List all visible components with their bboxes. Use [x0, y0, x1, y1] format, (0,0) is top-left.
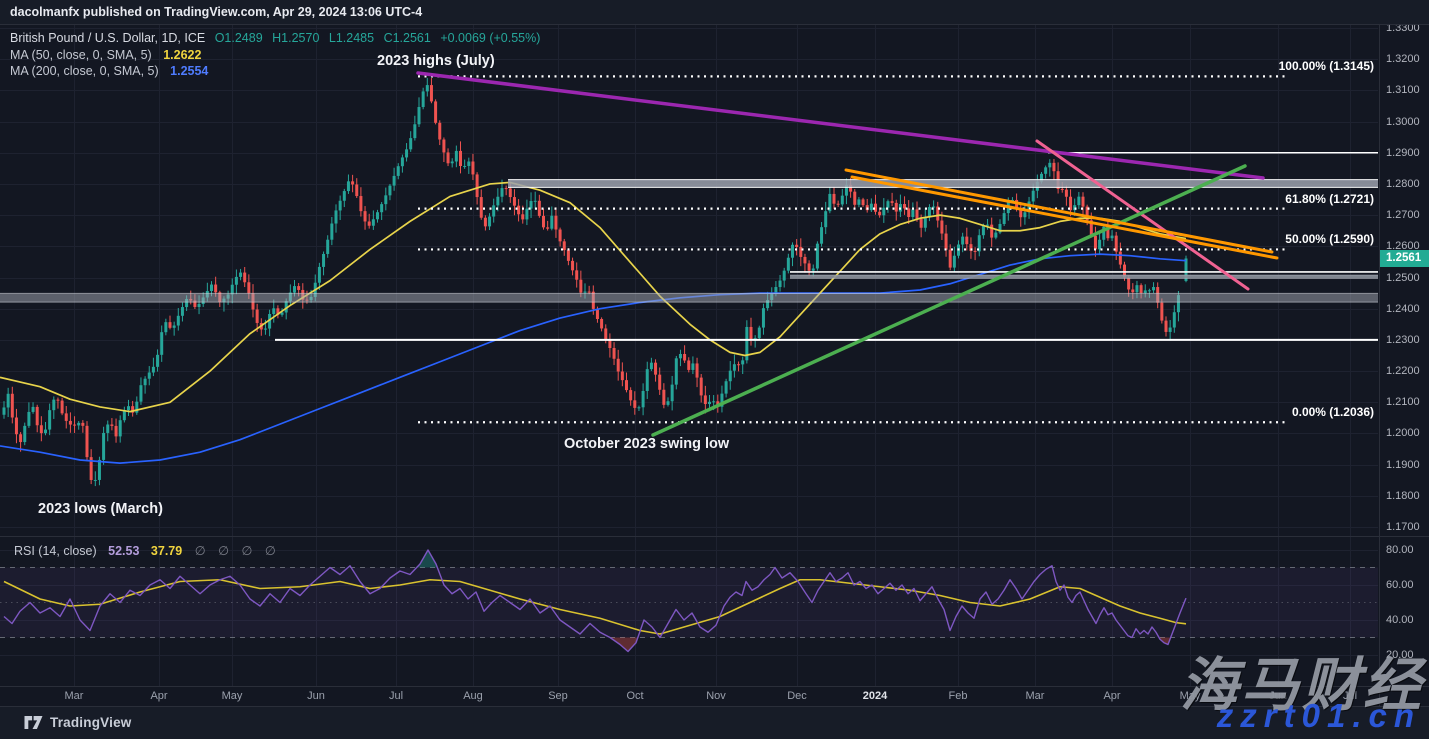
price-axis-label: 1.2100 — [1386, 396, 1420, 408]
price-axis-label: 1.3100 — [1386, 84, 1420, 96]
ohlc-open: O1.2489 — [215, 31, 263, 45]
publish-header-bar: dacolmanfx published on TradingView.com,… — [0, 0, 1429, 25]
price-axis-label: 1.2500 — [1386, 272, 1420, 284]
time-axis-label: Apr — [150, 690, 167, 702]
time-axis-label: Aug — [463, 690, 483, 702]
price-axis-label: 1.2000 — [1386, 427, 1420, 439]
rsi-empty-slot: ∅ — [265, 544, 276, 558]
price-axis-label: 1.1700 — [1386, 521, 1420, 533]
rsi-empty-slot: ∅ — [241, 544, 252, 558]
rsi-value: 52.53 — [108, 544, 139, 558]
price-axis-label: 1.2300 — [1386, 334, 1420, 346]
chart-annotation[interactable]: 2023 lows (March) — [38, 501, 163, 517]
time-axis-label: Mar — [1026, 690, 1045, 702]
time-axis-label: Dec — [787, 690, 807, 702]
ma200-label: MA (200, close, 0, SMA, 5) — [10, 64, 159, 78]
price-axis-label: 1.3200 — [1386, 53, 1420, 65]
price-chart-canvas[interactable] — [0, 0, 1429, 739]
ohlc-low: L1.2485 — [329, 31, 374, 45]
time-axis-label: Jun — [307, 690, 325, 702]
ma50-label: MA (50, close, 0, SMA, 5) — [10, 48, 152, 62]
time-axis-label: Nov — [706, 690, 726, 702]
tradingview-logo-icon — [24, 715, 43, 730]
ohlc-close: C1.2561 — [384, 31, 431, 45]
pane-separator[interactable] — [0, 536, 1429, 537]
tradingview-brand-link[interactable]: TradingView — [24, 715, 131, 730]
fib-level-label[interactable]: 100.00% (1.3145) — [1279, 59, 1374, 73]
time-axis-label: May — [1180, 690, 1201, 702]
time-axis-label: Jul — [389, 690, 403, 702]
price-axis-border — [1379, 25, 1380, 706]
time-axis-label: Jun — [1269, 690, 1287, 702]
symbol-title: British Pound / U.S. Dollar, 1D, ICE — [10, 31, 205, 45]
price-axis-label: 1.2700 — [1386, 209, 1420, 221]
ma200-value: 1.2554 — [170, 64, 208, 78]
time-axis-label: Sep — [548, 690, 568, 702]
time-axis-label: Apr — [1103, 690, 1120, 702]
price-axis-label: 1.2900 — [1386, 147, 1420, 159]
ohlc-change: +0.0069 (+0.55%) — [440, 31, 540, 45]
chart-annotation[interactable]: 2023 highs (July) — [377, 53, 495, 69]
time-axis-label: May — [222, 690, 243, 702]
ma50-value: 1.2622 — [163, 48, 201, 62]
price-axis-label: 1.1900 — [1386, 459, 1420, 471]
time-axis-border — [0, 686, 1429, 687]
rsi-axis-label: 80.00 — [1386, 544, 1414, 556]
time-axis-label: Mar — [65, 690, 84, 702]
current-price-badge: 1.2561 — [1380, 250, 1429, 267]
rsi-axis-label: 20.00 — [1386, 649, 1414, 661]
price-axis-label: 1.1800 — [1386, 490, 1420, 502]
symbol-legend-row[interactable]: British Pound / U.S. Dollar, 1D, ICE O1.… — [10, 30, 540, 47]
tradingview-brand-text: TradingView — [50, 715, 131, 730]
price-axis-label: 1.2800 — [1386, 178, 1420, 190]
price-axis-label: 1.2200 — [1386, 365, 1420, 377]
publish-header-text: dacolmanfx published on TradingView.com,… — [10, 5, 422, 19]
price-axis-label: 1.3000 — [1386, 116, 1420, 128]
rsi-ma-value: 37.79 — [151, 544, 182, 558]
time-axis-label: Jul — [1343, 690, 1357, 702]
rsi-axis-label: 40.00 — [1386, 614, 1414, 626]
fib-level-label[interactable]: 61.80% (1.2721) — [1285, 192, 1374, 206]
rsi-empty-slot: ∅ — [195, 544, 206, 558]
ohlc-high: H1.2570 — [272, 31, 319, 45]
time-axis-label: Feb — [949, 690, 968, 702]
rsi-label: RSI (14, close) — [14, 544, 97, 558]
rsi-legend-row[interactable]: RSI (14, close) 52.53 37.79 ∅ ∅ ∅ ∅ — [14, 543, 276, 558]
fib-level-label[interactable]: 0.00% (1.2036) — [1292, 405, 1374, 419]
rsi-empty-slot: ∅ — [218, 544, 229, 558]
rsi-axis-label: 60.00 — [1386, 579, 1414, 591]
time-axis-label: 2024 — [863, 690, 887, 702]
fib-level-label[interactable]: 50.00% (1.2590) — [1285, 232, 1374, 246]
chart-annotation[interactable]: October 2023 swing low — [564, 436, 729, 452]
price-axis-label: 1.2400 — [1386, 303, 1420, 315]
footer-bar: TradingView — [0, 706, 1429, 739]
time-axis-label: Oct — [626, 690, 643, 702]
